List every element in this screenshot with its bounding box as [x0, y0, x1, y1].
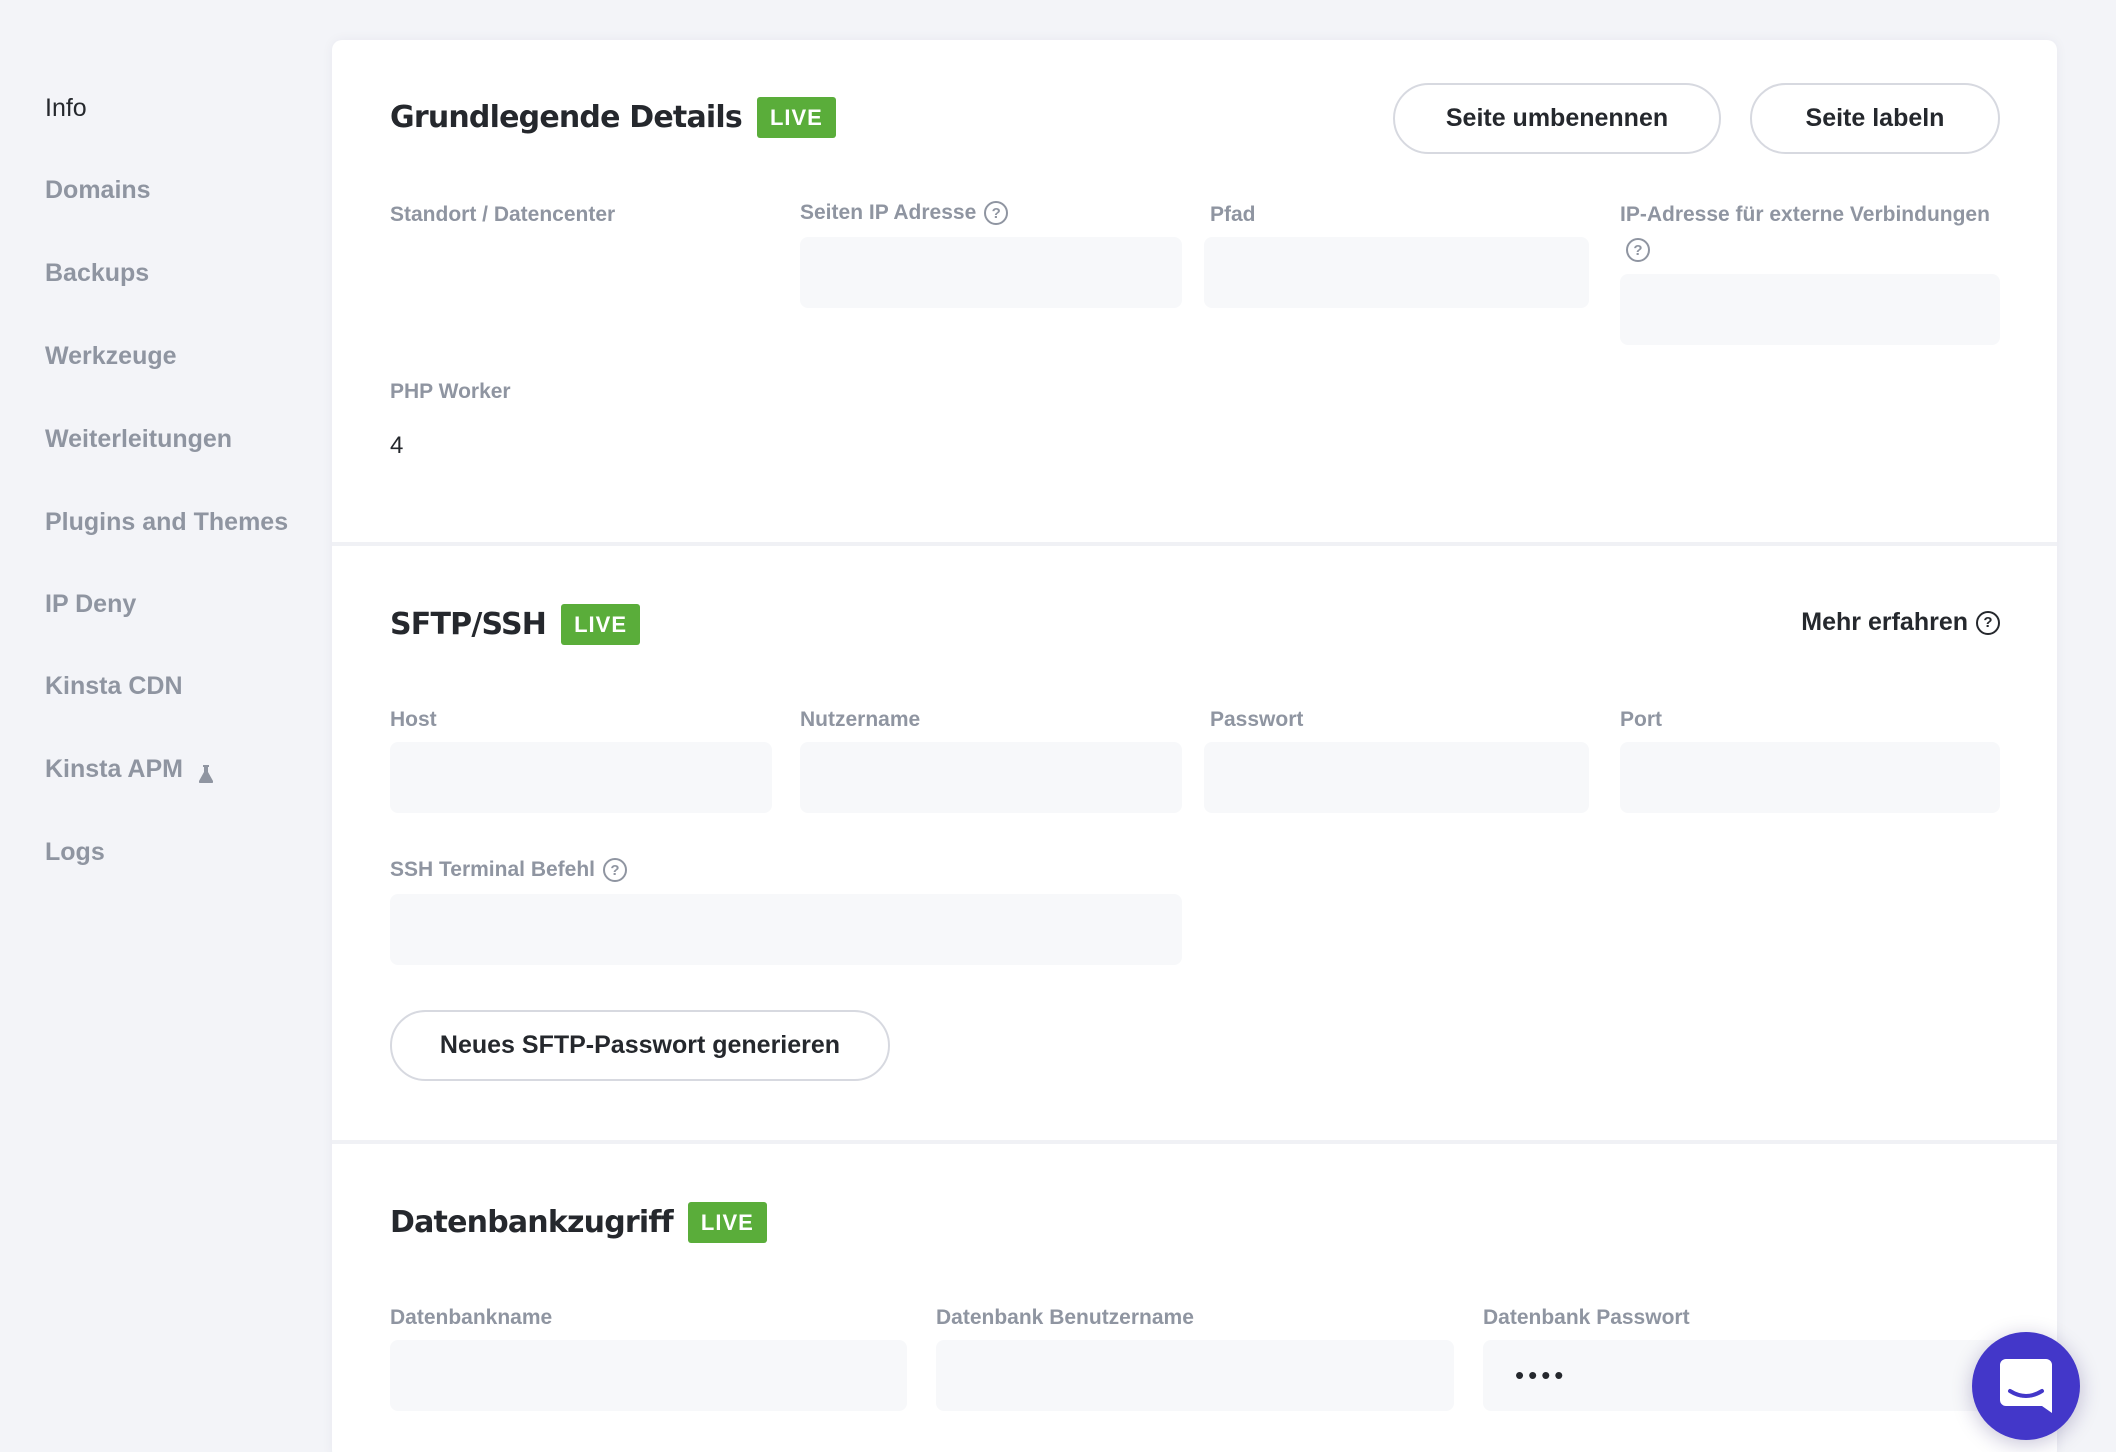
db-username-label: Datenbank Benutzername	[936, 1306, 1194, 1329]
host-field[interactable]	[390, 742, 772, 813]
sidebar-item-label: IP Deny	[45, 590, 137, 618]
rename-site-button[interactable]: Seite umbenennen	[1393, 83, 1721, 154]
site-info-card: Grundlegende Details LIVE Seite umbenenn…	[332, 40, 2057, 1452]
sidebar-item-weiterleitungen[interactable]: Weiterleitungen	[45, 425, 232, 454]
port-field[interactable]	[1620, 742, 2000, 813]
help-icon[interactable]: ?	[1626, 238, 1650, 262]
host-label: Host	[390, 708, 437, 731]
sidebar-item-kinsta-cdn[interactable]: Kinsta CDN	[45, 672, 183, 701]
path-label: Pfad	[1210, 203, 1256, 226]
sidebar-item-label: Backups	[45, 259, 150, 287]
section-title: SFTP/SSH	[390, 607, 547, 642]
site-ip-label: Seiten IP Adresse ?	[800, 201, 1009, 225]
php-worker-label: PHP Worker	[390, 380, 511, 403]
chat-launcher-button[interactable]	[1972, 1332, 2080, 1440]
sidebar-item-kinsta-apm[interactable]: Kinsta APM	[45, 755, 214, 784]
chat-icon	[2000, 1359, 2052, 1413]
live-badge: LIVE	[561, 604, 640, 645]
sidebar-item-label: Werkzeuge	[45, 342, 177, 370]
sidebar-item-logs[interactable]: Logs	[45, 838, 105, 867]
sidebar-item-plugins-themes[interactable]: Plugins and Themes	[45, 508, 288, 537]
sidebar-item-info[interactable]: Info	[45, 94, 87, 123]
sidebar: Info Domains Backups Werkzeuge Weiterlei…	[0, 0, 332, 1452]
sidebar-item-ip-deny[interactable]: IP Deny	[45, 590, 136, 619]
sidebar-item-label: Plugins and Themes	[45, 508, 289, 536]
location-label: Standort / Datencenter	[390, 203, 616, 226]
db-username-field[interactable]	[936, 1340, 1454, 1411]
sidebar-item-label: Weiterleitungen	[45, 425, 233, 453]
sidebar-item-werkzeuge[interactable]: Werkzeuge	[45, 342, 177, 371]
db-name-label: Datenbankname	[390, 1306, 553, 1329]
sidebar-item-backups[interactable]: Backups	[45, 259, 149, 288]
password-field[interactable]	[1204, 742, 1589, 813]
section-divider	[332, 1140, 2057, 1144]
db-password-field[interactable]: ••••	[1483, 1340, 2000, 1411]
sidebar-item-label: Kinsta CDN	[45, 672, 183, 700]
generate-sftp-password-button[interactable]: Neues SFTP-Passwort generieren	[390, 1010, 890, 1081]
sidebar-item-label: Domains	[45, 176, 151, 204]
ssh-command-field[interactable]	[390, 894, 1182, 965]
help-icon[interactable]: ?	[603, 858, 627, 882]
username-label: Nutzername	[800, 708, 921, 731]
database-header: Datenbankzugriff LIVE	[390, 1202, 767, 1243]
port-label: Port	[1620, 708, 1662, 731]
help-icon: ?	[1976, 610, 2000, 635]
help-icon[interactable]: ?	[984, 201, 1009, 225]
section-title: Datenbankzugriff	[390, 1205, 674, 1240]
section-divider	[332, 542, 2057, 546]
basic-details-header: Grundlegende Details LIVE	[390, 97, 836, 138]
external-ip-label: IP-Adresse für externe Verbindungen	[1620, 203, 1990, 226]
sidebar-item-domains[interactable]: Domains	[45, 176, 151, 205]
path-field[interactable]	[1204, 237, 1589, 308]
password-label: Passwort	[1210, 708, 1304, 731]
site-ip-field[interactable]	[800, 237, 1182, 308]
php-worker-value: 4	[390, 432, 404, 459]
live-badge: LIVE	[756, 97, 836, 138]
db-name-field[interactable]	[390, 1340, 907, 1411]
external-ip-field[interactable]	[1620, 274, 2000, 345]
label-site-button[interactable]: Seite labeln	[1750, 83, 2000, 154]
live-badge: LIVE	[687, 1202, 767, 1243]
db-password-label: Datenbank Passwort	[1483, 1306, 1690, 1329]
section-title: Grundlegende Details	[390, 100, 743, 135]
username-field[interactable]	[800, 742, 1182, 813]
sidebar-item-label: Kinsta APM	[45, 755, 183, 783]
sidebar-item-label: Logs	[45, 838, 105, 866]
sidebar-item-label: Info	[45, 94, 87, 122]
flask-icon	[198, 761, 214, 783]
ssh-command-label: SSH Terminal Befehl ?	[390, 858, 627, 882]
learn-more-link[interactable]: Mehr erfahren ?	[1801, 608, 2000, 637]
sftp-header: SFTP/SSH LIVE	[390, 604, 640, 645]
